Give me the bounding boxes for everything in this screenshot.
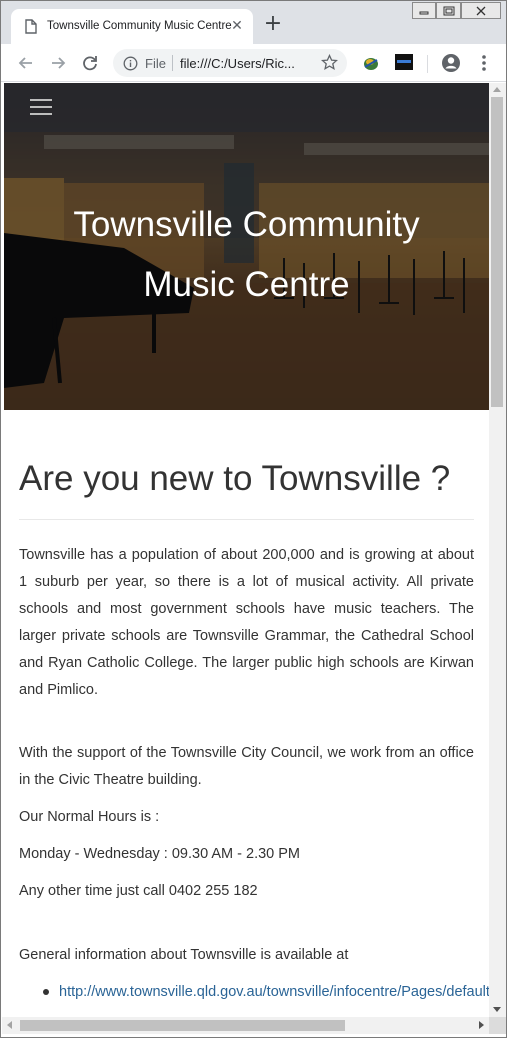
page-heading: Are you new to Townsville ? [19,459,451,498]
browser-window: Townsville Community Music Centre ✕ + Fi… [0,0,507,1038]
address-bar[interactable]: File file:///C:/Users/Ric... [113,49,347,77]
back-arrow-icon [18,57,32,69]
extension-globe-icon[interactable] [362,55,380,71]
url-text[interactable]: file:///C:/Users/Ric... [180,56,295,71]
forward-button[interactable] [47,52,69,74]
kebab-menu-icon[interactable] [477,53,491,73]
main-content: Are you new to Townsville ? Townsville h… [19,455,489,1006]
star-icon[interactable] [321,54,338,71]
hours-heading: Our Normal Hours is : [19,809,160,825]
intro-paragraph: Townsville has a population of about 200… [19,547,474,698]
hero-title: Townsville Community Music Centre [4,195,489,315]
vertical-scroll-thumb[interactable] [491,97,503,407]
browser-tab[interactable]: Townsville Community Music Centre ✕ [11,9,253,44]
info-intro: General information about Townsville is … [19,947,349,963]
scheme-label: File [145,56,166,71]
omnibox-divider [172,55,173,71]
extension-dark-icon[interactable] [395,54,413,70]
minimize-icon [419,11,429,14]
scroll-up-icon[interactable] [493,87,501,92]
contact-text: Any other time just call 0402 255 182 [19,883,258,899]
horizontal-scroll-thumb[interactable] [20,1020,345,1031]
restore-icon [443,6,454,15]
toolbar-divider [427,55,428,73]
page-icon [25,19,37,34]
maximize-button[interactable] [436,2,461,19]
close-icon [476,6,486,15]
extension-stripe [397,60,411,63]
new-tab-button[interactable]: + [263,13,283,35]
hamburger-line [30,99,52,101]
hamburger-menu-icon[interactable] [30,99,54,117]
window-close-button[interactable] [461,2,501,19]
forward-arrow-icon [52,57,66,69]
back-button[interactable] [15,52,37,74]
scroll-down-icon[interactable] [493,1007,501,1012]
hero-banner: Townsville Community Music Centre [4,83,489,410]
council-paragraph: With the support of the Townsville City … [19,745,474,788]
scroll-left-icon[interactable] [7,1021,12,1029]
tab-strip: Townsville Community Music Centre ✕ + [1,1,506,44]
hero-title-line1: Townsville Community [73,205,420,244]
vertical-scrollbar[interactable] [489,83,506,1017]
hamburger-line [30,113,52,115]
minimize-button[interactable] [412,2,436,19]
profile-icon[interactable] [441,53,461,73]
info-icon[interactable] [123,56,138,71]
close-icon[interactable]: ✕ [229,17,245,33]
reload-button[interactable] [79,52,101,74]
bullet-icon [43,989,49,995]
page-viewport: Townsville Community Music Centre Are yo… [2,83,489,1017]
hours-text: Monday - Wednesday : 09.30 AM - 2.30 PM [19,846,301,862]
scrollbar-corner [489,1017,506,1034]
townsville-info-link[interactable]: http://www.townsville.qld.gov.au/townsvi… [59,979,489,1006]
hero-title-line2: Music Centre [143,265,350,304]
browser-toolbar: File file:///C:/Users/Ric... [1,44,506,82]
scroll-right-icon[interactable] [479,1021,484,1029]
horizontal-scrollbar[interactable] [2,1017,489,1034]
list-item: http://www.townsville.qld.gov.au/townsvi… [19,979,489,1006]
reload-icon [83,56,97,71]
hamburger-line [30,106,52,108]
tab-title: Townsville Community Music Centre [47,20,232,32]
heading-divider [19,519,474,520]
site-navbar [4,83,489,132]
